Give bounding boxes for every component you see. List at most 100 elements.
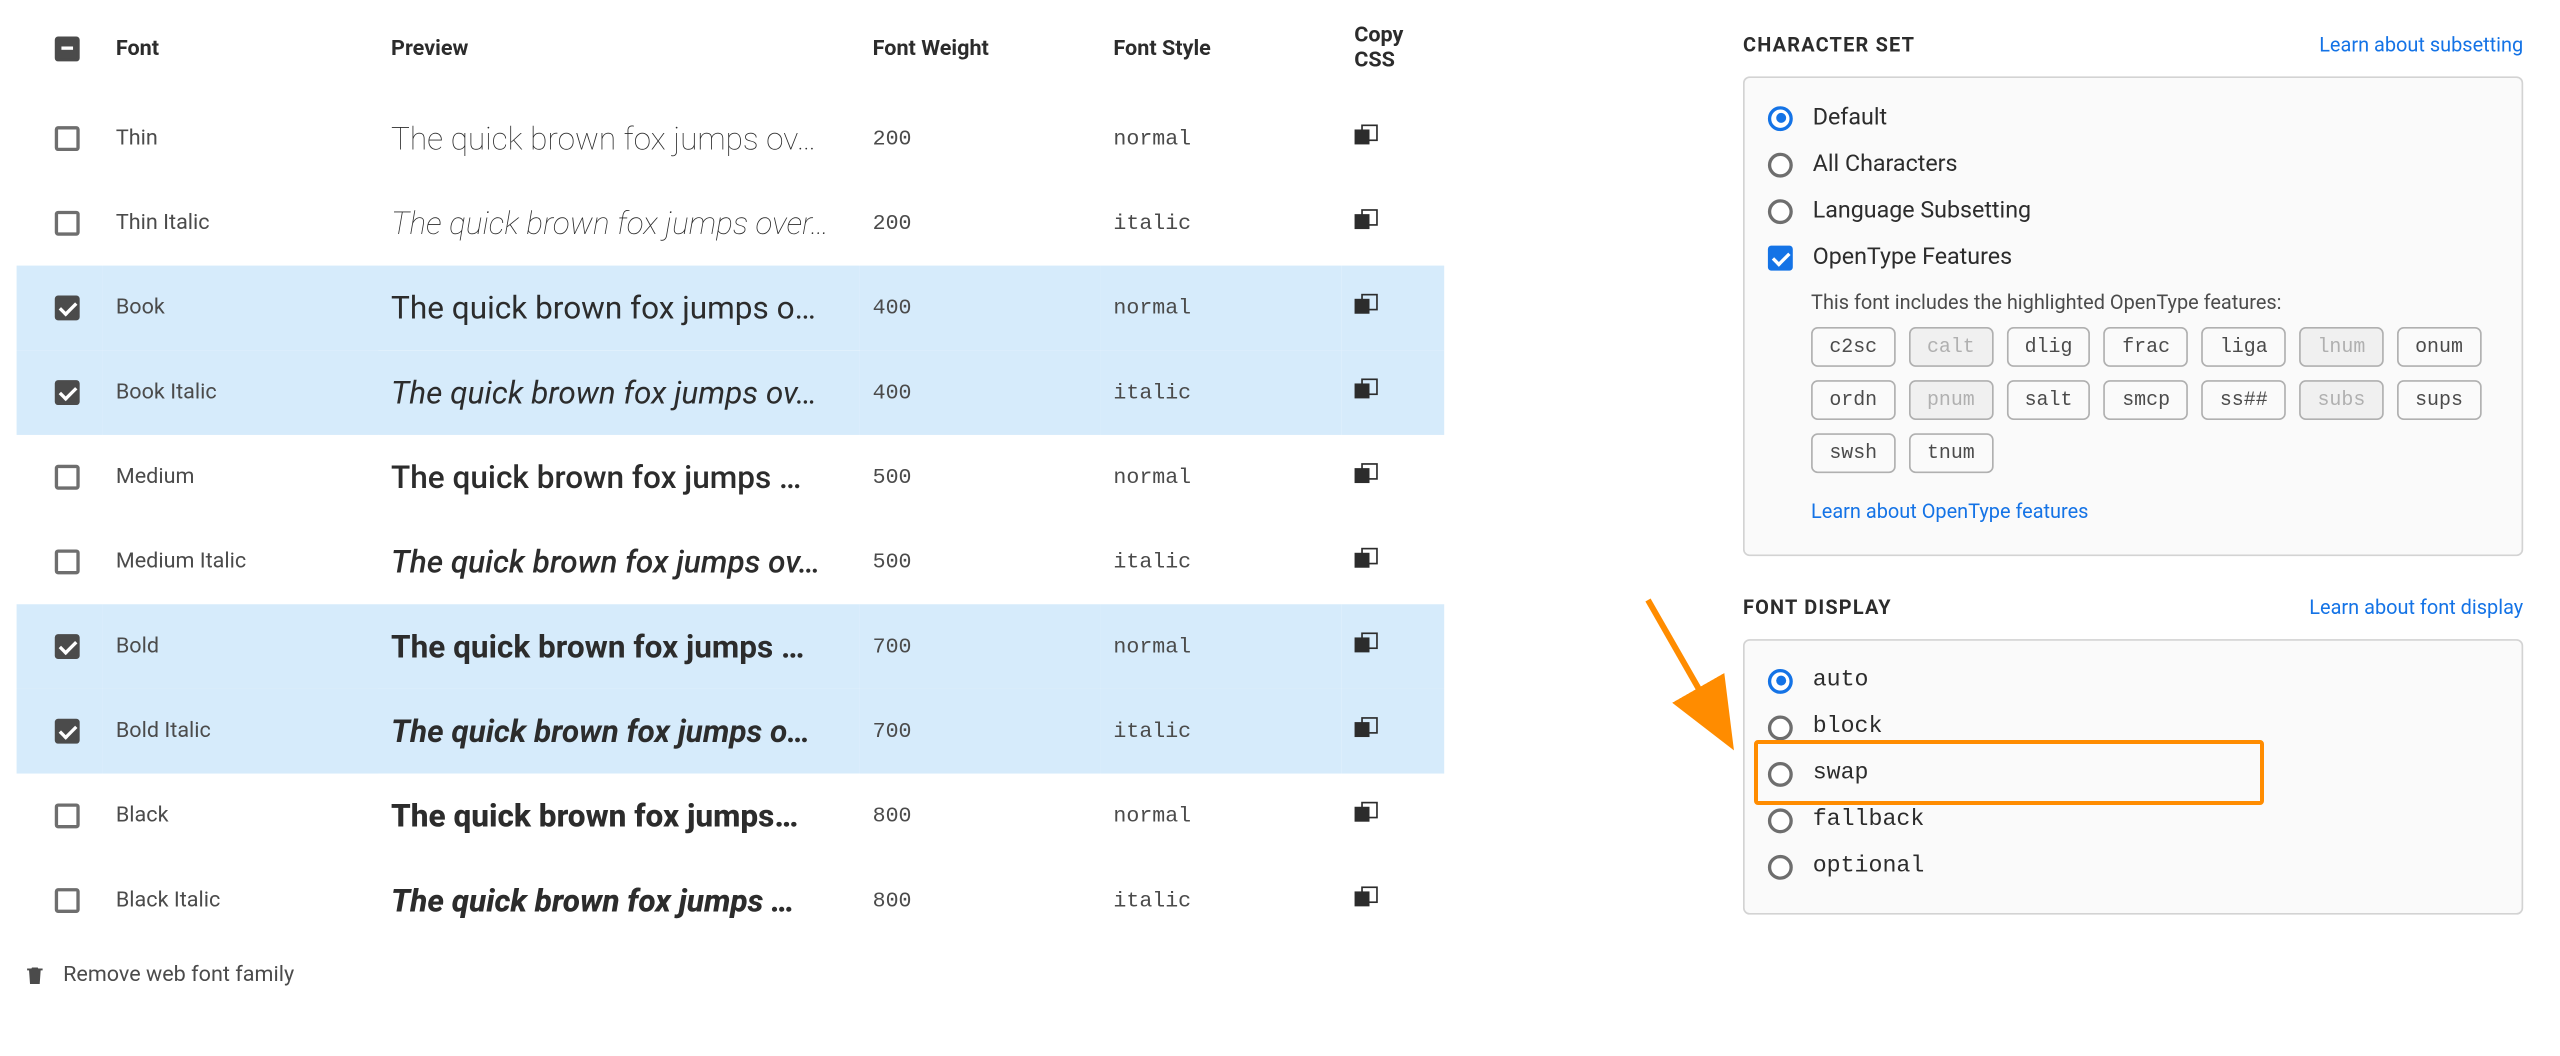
copy-css-icon[interactable] [1354, 378, 1377, 401]
radio-icon [1768, 808, 1793, 833]
radio-icon [1768, 715, 1793, 740]
opentype-tag-salt[interactable]: salt [2006, 380, 2090, 420]
opentype-tag-calt: calt [1909, 327, 1993, 367]
font-preview: The quick brown fox jumps ov… [378, 350, 860, 435]
opentype-tag-ss##[interactable]: ss## [2202, 380, 2286, 420]
row-checkbox[interactable] [55, 126, 80, 151]
table-row: Bold Italic The quick brown fox jumps o…… [17, 689, 1445, 774]
font-preview: The quick brown fox jumps … [378, 858, 860, 943]
copy-css-icon[interactable] [1354, 124, 1377, 147]
font-weight: 700 [859, 689, 1100, 774]
copy-css-icon[interactable] [1354, 293, 1377, 316]
copy-css-icon[interactable] [1354, 462, 1377, 485]
remove-font-family-button[interactable]: Remove web font family [17, 943, 1445, 1008]
font-display-radio-block[interactable]: block [1768, 704, 2498, 750]
font-weight: 700 [859, 604, 1100, 689]
table-row: Book The quick brown fox jumps o… 400 no… [17, 266, 1445, 351]
copy-css-icon[interactable] [1354, 801, 1377, 824]
opentype-tag-dlig[interactable]: dlig [2006, 327, 2090, 367]
opentype-tag-onum[interactable]: onum [2397, 327, 2481, 367]
opentype-tag-ordn[interactable]: ordn [1811, 380, 1895, 420]
font-name: Bold Italic [103, 689, 378, 774]
copy-css-icon[interactable] [1354, 632, 1377, 655]
font-weight: 500 [859, 435, 1100, 520]
font-display-title: FONT DISPLAY [1743, 596, 1892, 619]
font-weight: 400 [859, 350, 1100, 435]
select-all-checkbox[interactable] [55, 36, 80, 61]
font-weight: 800 [859, 774, 1100, 859]
opentype-tag-frac[interactable]: frac [2104, 327, 2188, 367]
opentype-tag-tnum[interactable]: tnum [1909, 433, 1993, 473]
font-display-radio-auto[interactable]: auto [1768, 657, 2498, 703]
radio-icon [1768, 152, 1793, 177]
font-name: Book [103, 266, 378, 351]
radio-icon [1768, 854, 1793, 879]
opentype-tag-lnum: lnum [2299, 327, 2383, 367]
opentype-tag-swsh[interactable]: swsh [1811, 433, 1895, 473]
font-preview: The quick brown fox jumps o… [378, 266, 860, 351]
settings-panel: CHARACTER SET Learn about subsetting Def… [1710, 0, 2540, 1008]
font-style: italic [1100, 181, 1341, 266]
row-checkbox[interactable] [55, 803, 80, 828]
row-checkbox[interactable] [55, 550, 80, 575]
option-label: Default [1813, 105, 1887, 132]
option-label: swap [1813, 760, 1869, 787]
charset-radio-language-subsetting[interactable]: Language Subsetting [1768, 188, 2498, 234]
charset-radio-all-characters[interactable]: All Characters [1768, 141, 2498, 187]
opentype-tag-subs: subs [2299, 380, 2383, 420]
copy-css-icon[interactable] [1354, 208, 1377, 231]
character-set-box: Default All Characters Language Subsetti… [1743, 76, 2523, 556]
font-name: Thin Italic [103, 181, 378, 266]
font-style: normal [1100, 435, 1341, 520]
character-set-header: CHARACTER SET Learn about subsetting [1743, 33, 2523, 56]
copy-css-icon[interactable] [1354, 886, 1377, 909]
font-preview: The quick brown fox jumps ov… [378, 96, 860, 181]
option-label: All Characters [1813, 151, 1958, 178]
font-name: Medium [103, 435, 378, 520]
row-checkbox[interactable] [55, 211, 80, 236]
font-preview: The quick brown fox jumps ov… [378, 520, 860, 605]
radio-icon [1768, 761, 1793, 786]
font-preview: The quick brown fox jumps… [378, 774, 860, 859]
copy-css-icon[interactable] [1354, 716, 1377, 739]
header-weight: Font Weight [859, 0, 1100, 96]
font-display-radio-optional[interactable]: optional [1768, 843, 2498, 889]
table-row: Medium The quick brown fox jumps … 500 n… [17, 435, 1445, 520]
charset-radio-default[interactable]: Default [1768, 95, 2498, 141]
row-checkbox[interactable] [55, 380, 80, 405]
font-style: normal [1100, 266, 1341, 351]
opentype-tag-c2sc[interactable]: c2sc [1811, 327, 1895, 367]
checkbox-icon [1768, 245, 1793, 270]
font-display-box: auto block swap fallback optional [1743, 639, 2523, 915]
font-style: italic [1100, 350, 1341, 435]
option-label: Language Subsetting [1813, 198, 2031, 225]
opentype-features-checkbox[interactable]: OpenType Features [1768, 234, 2498, 280]
font-preview: The quick brown fox jumps o… [378, 689, 860, 774]
option-label: auto [1813, 667, 1869, 694]
learn-font-display-link[interactable]: Learn about font display [2309, 596, 2523, 619]
row-checkbox[interactable] [55, 719, 80, 744]
table-row: Thin The quick brown fox jumps ov… 200 n… [17, 96, 1445, 181]
font-preview: The quick brown fox jumps … [378, 435, 860, 520]
option-label: OpenType Features [1813, 244, 2012, 271]
font-name: Medium Italic [103, 520, 378, 605]
font-name: Bold [103, 604, 378, 689]
opentype-tag-sups[interactable]: sups [2397, 380, 2481, 420]
learn-opentype-link[interactable]: Learn about OpenType features [1811, 500, 2088, 523]
font-name: Black [103, 774, 378, 859]
row-checkbox[interactable] [55, 465, 80, 490]
opentype-tag-smcp[interactable]: smcp [2104, 380, 2188, 420]
header-preview: Preview [378, 0, 860, 96]
font-display-radio-swap[interactable]: swap [1768, 750, 2498, 796]
font-display-radio-fallback[interactable]: fallback [1768, 797, 2498, 843]
row-checkbox[interactable] [55, 634, 80, 659]
row-checkbox[interactable] [55, 888, 80, 913]
radio-icon [1768, 105, 1793, 130]
opentype-tag-liga[interactable]: liga [2202, 327, 2286, 367]
learn-subsetting-link[interactable]: Learn about subsetting [2319, 33, 2523, 56]
font-table: Font Preview Font Weight Font Style Copy… [17, 0, 1445, 943]
copy-css-icon[interactable] [1354, 547, 1377, 570]
row-checkbox[interactable] [55, 296, 80, 321]
header-font: Font [103, 0, 378, 96]
font-weight: 200 [859, 96, 1100, 181]
